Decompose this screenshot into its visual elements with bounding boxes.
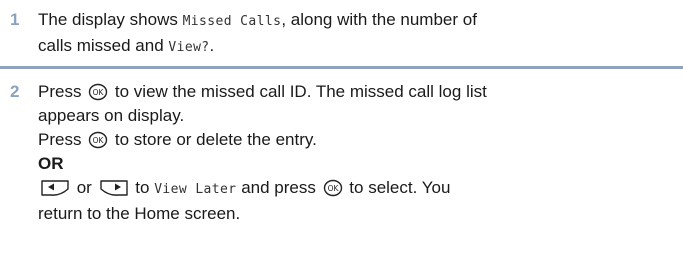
step-number: 2 [10,82,20,101]
step-text-line: return to the Home screen. [38,204,241,223]
ok-key-icon: OK [88,131,108,149]
ok-key-icon: OK [323,179,343,197]
text: The display shows [38,10,183,29]
instruction-page: 1 The display shows Missed Calls, along … [0,0,683,267]
svg-text:OK: OK [327,184,339,193]
step-number: 1 [10,10,20,29]
text: . [209,36,215,55]
display-text: View? [168,40,210,55]
ok-key-icon: OK [88,83,108,101]
display-text: View Later [154,182,237,197]
svg-text:OK: OK [93,136,105,145]
step-body: The display shows Missed Calls, along wi… [38,8,675,60]
left-arrow-key-icon [40,179,70,197]
text: to select. You [344,178,451,197]
step-text-line: Press OK to view the missed call ID. The… [38,80,675,104]
text: to store or delete the entry. [110,130,317,149]
step-divider [0,66,683,69]
text: , along with the number of [281,10,477,29]
step-text-line: Press OK to store or delete the entry. [38,128,675,152]
step-body: Press OK to view the missed call ID. The… [38,80,675,226]
text: Press [38,82,87,101]
step-text-line: appears on display. [38,106,185,125]
step-text-line: or to View Later and press OK to select.… [38,176,675,202]
text: to [130,178,155,197]
text: and press [236,178,321,197]
step-text-line: The display shows Missed Calls, along wi… [38,8,675,34]
right-arrow-key-icon [99,179,129,197]
text: Press [38,130,87,149]
or-label: OR [38,154,64,173]
text: or [72,178,97,197]
step-text-line: calls missed and View?. [38,34,675,60]
text: calls missed and [38,36,169,55]
svg-text:OK: OK [93,88,105,97]
text: to view the missed call ID. The missed c… [110,82,487,101]
display-text: Missed Calls [182,14,282,29]
